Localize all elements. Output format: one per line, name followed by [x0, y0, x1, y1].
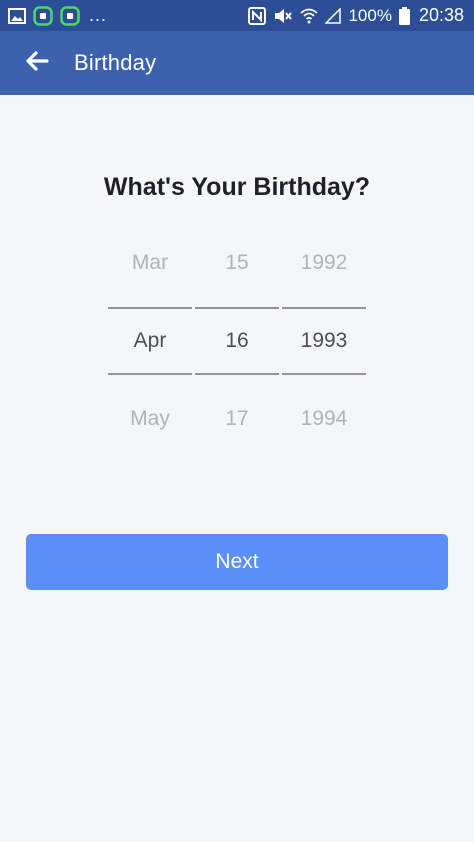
app-bar: Birthday	[0, 31, 474, 95]
clock: 20:38	[418, 5, 464, 25]
nfc-icon	[248, 6, 267, 25]
month-option-selected[interactable]: Apr	[108, 329, 192, 353]
status-left: ...	[8, 5, 107, 26]
day-option-selected[interactable]: 16	[195, 329, 279, 353]
month-option-next[interactable]: May	[108, 407, 192, 431]
next-button[interactable]: Next	[26, 534, 448, 590]
year-divider-bottom	[282, 373, 366, 375]
birthday-picker: Mar Apr May 15 16 17 1992 1993 1994	[108, 243, 366, 453]
day-option-prev[interactable]: 15	[195, 251, 279, 275]
month-divider-top	[108, 307, 192, 309]
arrow-left-icon	[25, 50, 49, 76]
year-divider-top	[282, 307, 366, 309]
mute-icon	[273, 7, 293, 25]
main-content: What's Your Birthday? Mar Apr May 15 16 …	[0, 95, 474, 842]
month-option-prev[interactable]: Mar	[108, 251, 192, 275]
month-divider-bottom	[108, 373, 192, 375]
day-picker[interactable]: 15 16 17	[195, 243, 279, 453]
year-option-prev[interactable]: 1992	[282, 251, 366, 275]
year-picker[interactable]: 1992 1993 1994	[282, 243, 366, 453]
wifi-icon	[300, 8, 319, 24]
day-divider-top	[195, 307, 279, 309]
page-title: What's Your Birthday?	[103, 173, 371, 201]
notification-overflow: ...	[89, 5, 108, 25]
month-picker[interactable]: Mar Apr May	[108, 243, 192, 453]
app-notification-icon	[60, 5, 80, 26]
battery-icon	[398, 6, 410, 25]
status-bar: ... 100% 20:38	[0, 0, 474, 31]
back-button[interactable]	[0, 31, 74, 95]
app-bar-title: Birthday	[74, 50, 157, 75]
status-right: 100% 20:38	[248, 5, 464, 26]
day-divider-bottom	[195, 373, 279, 375]
year-option-selected[interactable]: 1993	[282, 329, 366, 353]
app-notification-icon	[33, 5, 53, 26]
day-option-next[interactable]: 17	[195, 407, 279, 431]
battery-percentage: 100%	[348, 5, 392, 25]
signal-icon	[325, 7, 342, 24]
image-icon	[8, 7, 26, 24]
year-option-next[interactable]: 1994	[282, 407, 366, 431]
